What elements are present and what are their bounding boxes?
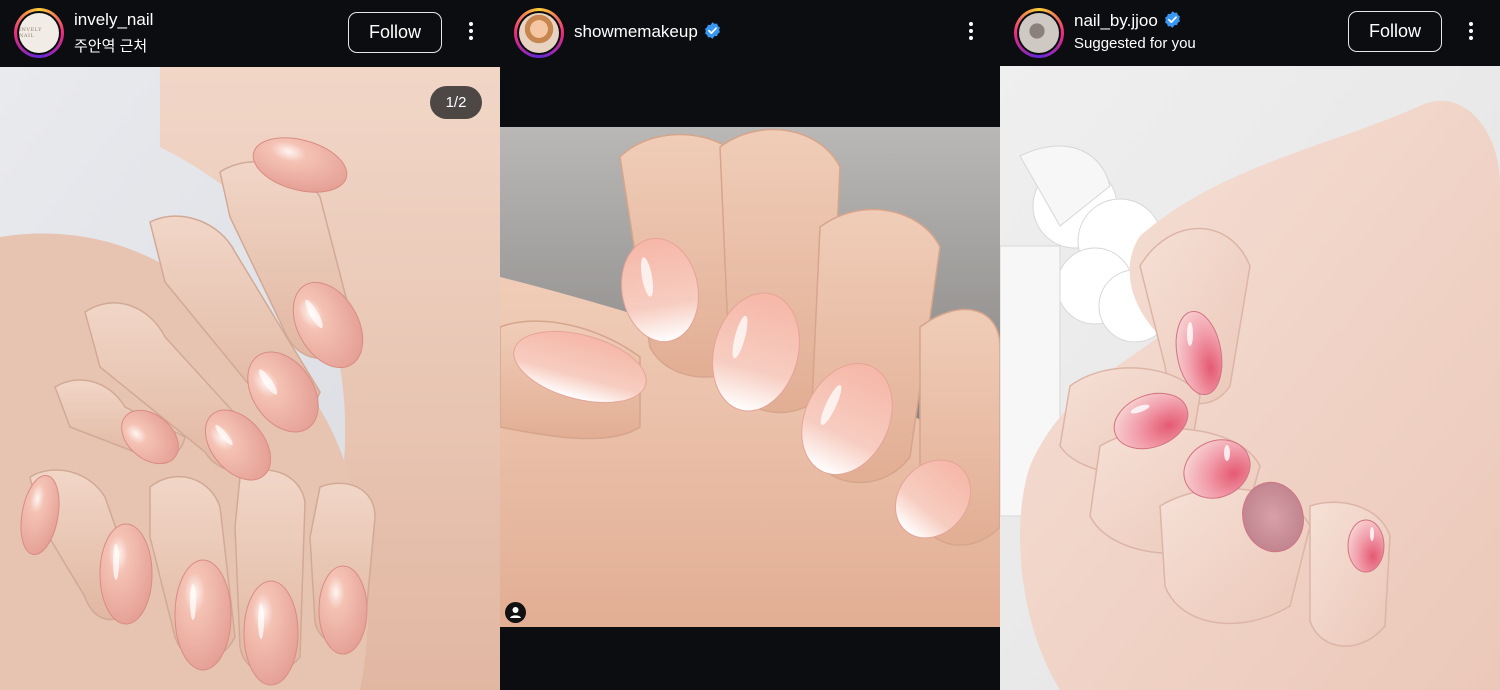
follow-button[interactable]: Follow [348,12,442,53]
more-options-icon[interactable] [465,20,477,46]
post-panel: showmemakeup [500,0,1000,690]
username[interactable]: showmemakeup [574,22,698,41]
avatar[interactable] [1014,8,1064,58]
suggested-label: Suggested for you [1074,35,1196,52]
location-label[interactable]: 주안역 근처 [74,35,147,56]
post-header: nail_by.jjoo Suggested for you Follow [1000,0,1500,66]
media-counter-badge: 1/2 [430,86,482,119]
hand-nails-image [0,67,500,690]
post-header: INVELY NAIL invely_nail 주안역 근처 Follow [0,0,500,66]
username-row[interactable]: nail_by.jjoo [1074,10,1182,31]
hand-nails-image [500,127,1000,627]
avatar[interactable] [514,8,564,58]
post-panel: nail_by.jjoo Suggested for you Follow [1000,0,1500,690]
post-panel: INVELY NAIL invely_nail 주안역 근처 Follow 1/… [0,0,500,690]
verified-badge-icon [704,22,720,39]
post-image[interactable]: 1/2 [0,67,500,690]
avatar-photo [519,13,559,53]
avatar-photo [1019,13,1059,53]
more-options-icon[interactable] [1465,20,1477,46]
avatar[interactable]: INVELY NAIL [14,8,64,58]
verified-badge-icon [1164,11,1180,28]
tagged-user-icon[interactable] [505,602,526,623]
avatar-logo-text: INVELY NAIL [19,13,59,53]
hand-nails-image [1000,66,1500,690]
username[interactable]: nail_by.jjoo [1074,11,1158,30]
follow-button[interactable]: Follow [1348,11,1442,52]
post-image[interactable] [500,127,1000,627]
post-header: showmemakeup [500,0,1000,66]
more-options-icon[interactable] [965,20,977,46]
username[interactable]: invely_nail [74,10,153,30]
post-image[interactable] [1000,66,1500,690]
username-row[interactable]: showmemakeup [574,21,722,42]
